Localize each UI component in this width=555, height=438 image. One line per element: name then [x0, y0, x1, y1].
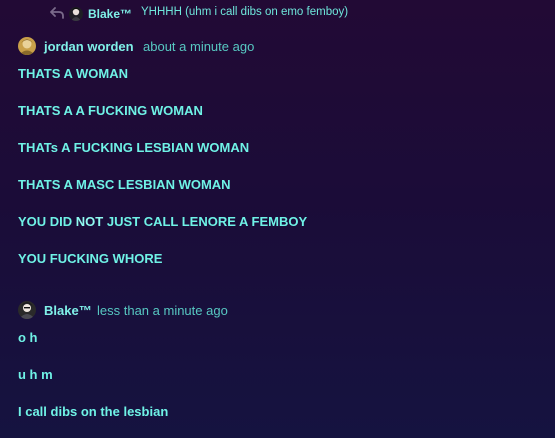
chat-window: { "reply": { "author": "Blake™", "text":…	[0, 0, 555, 438]
message-line: u h m	[18, 367, 53, 382]
reply-arrow-icon	[50, 7, 64, 19]
reply-author-name[interactable]: Blake™	[88, 7, 132, 21]
message-timestamp: less than a minute ago	[97, 303, 228, 318]
message-header: jordan worden about a minute ago	[0, 37, 555, 59]
message-timestamp: about a minute ago	[143, 39, 255, 54]
message-line: YOU FUCKING WHORE	[18, 251, 163, 266]
reply-reference[interactable]: Blake™ YHHHH (uhm i call dibs on emo fem…	[0, 0, 555, 28]
message-line: o h	[18, 330, 38, 345]
bold-text: NOT	[75, 214, 104, 229]
message-text: YOU DID	[18, 214, 76, 229]
reply-author-avatar[interactable]	[69, 7, 83, 21]
message-line: THATS A A FUCKING WOMAN	[18, 103, 203, 118]
message-line: I call dibs on the lesbian	[18, 404, 169, 419]
message-header: Blake™ less than a minute ago	[0, 301, 555, 323]
avatar[interactable]	[18, 37, 36, 55]
author-name[interactable]: Blake™	[44, 303, 92, 318]
message-line: THATs A FUCKING LESBIAN WOMAN	[18, 140, 250, 155]
avatar[interactable]	[18, 301, 36, 319]
message-line: YOU DID NOT JUST CALL LENORE A FEMBOY	[18, 214, 307, 229]
message-line: THATS A MASC LESBIAN WOMAN	[18, 177, 231, 192]
message-text: JUST CALL LENORE A FEMBOY	[103, 214, 308, 229]
reply-preview-text[interactable]: YHHHH (uhm i call dibs on emo femboy)	[141, 6, 348, 18]
author-name[interactable]: jordan worden	[44, 39, 134, 54]
message-line: THATS A WOMAN	[18, 66, 128, 81]
